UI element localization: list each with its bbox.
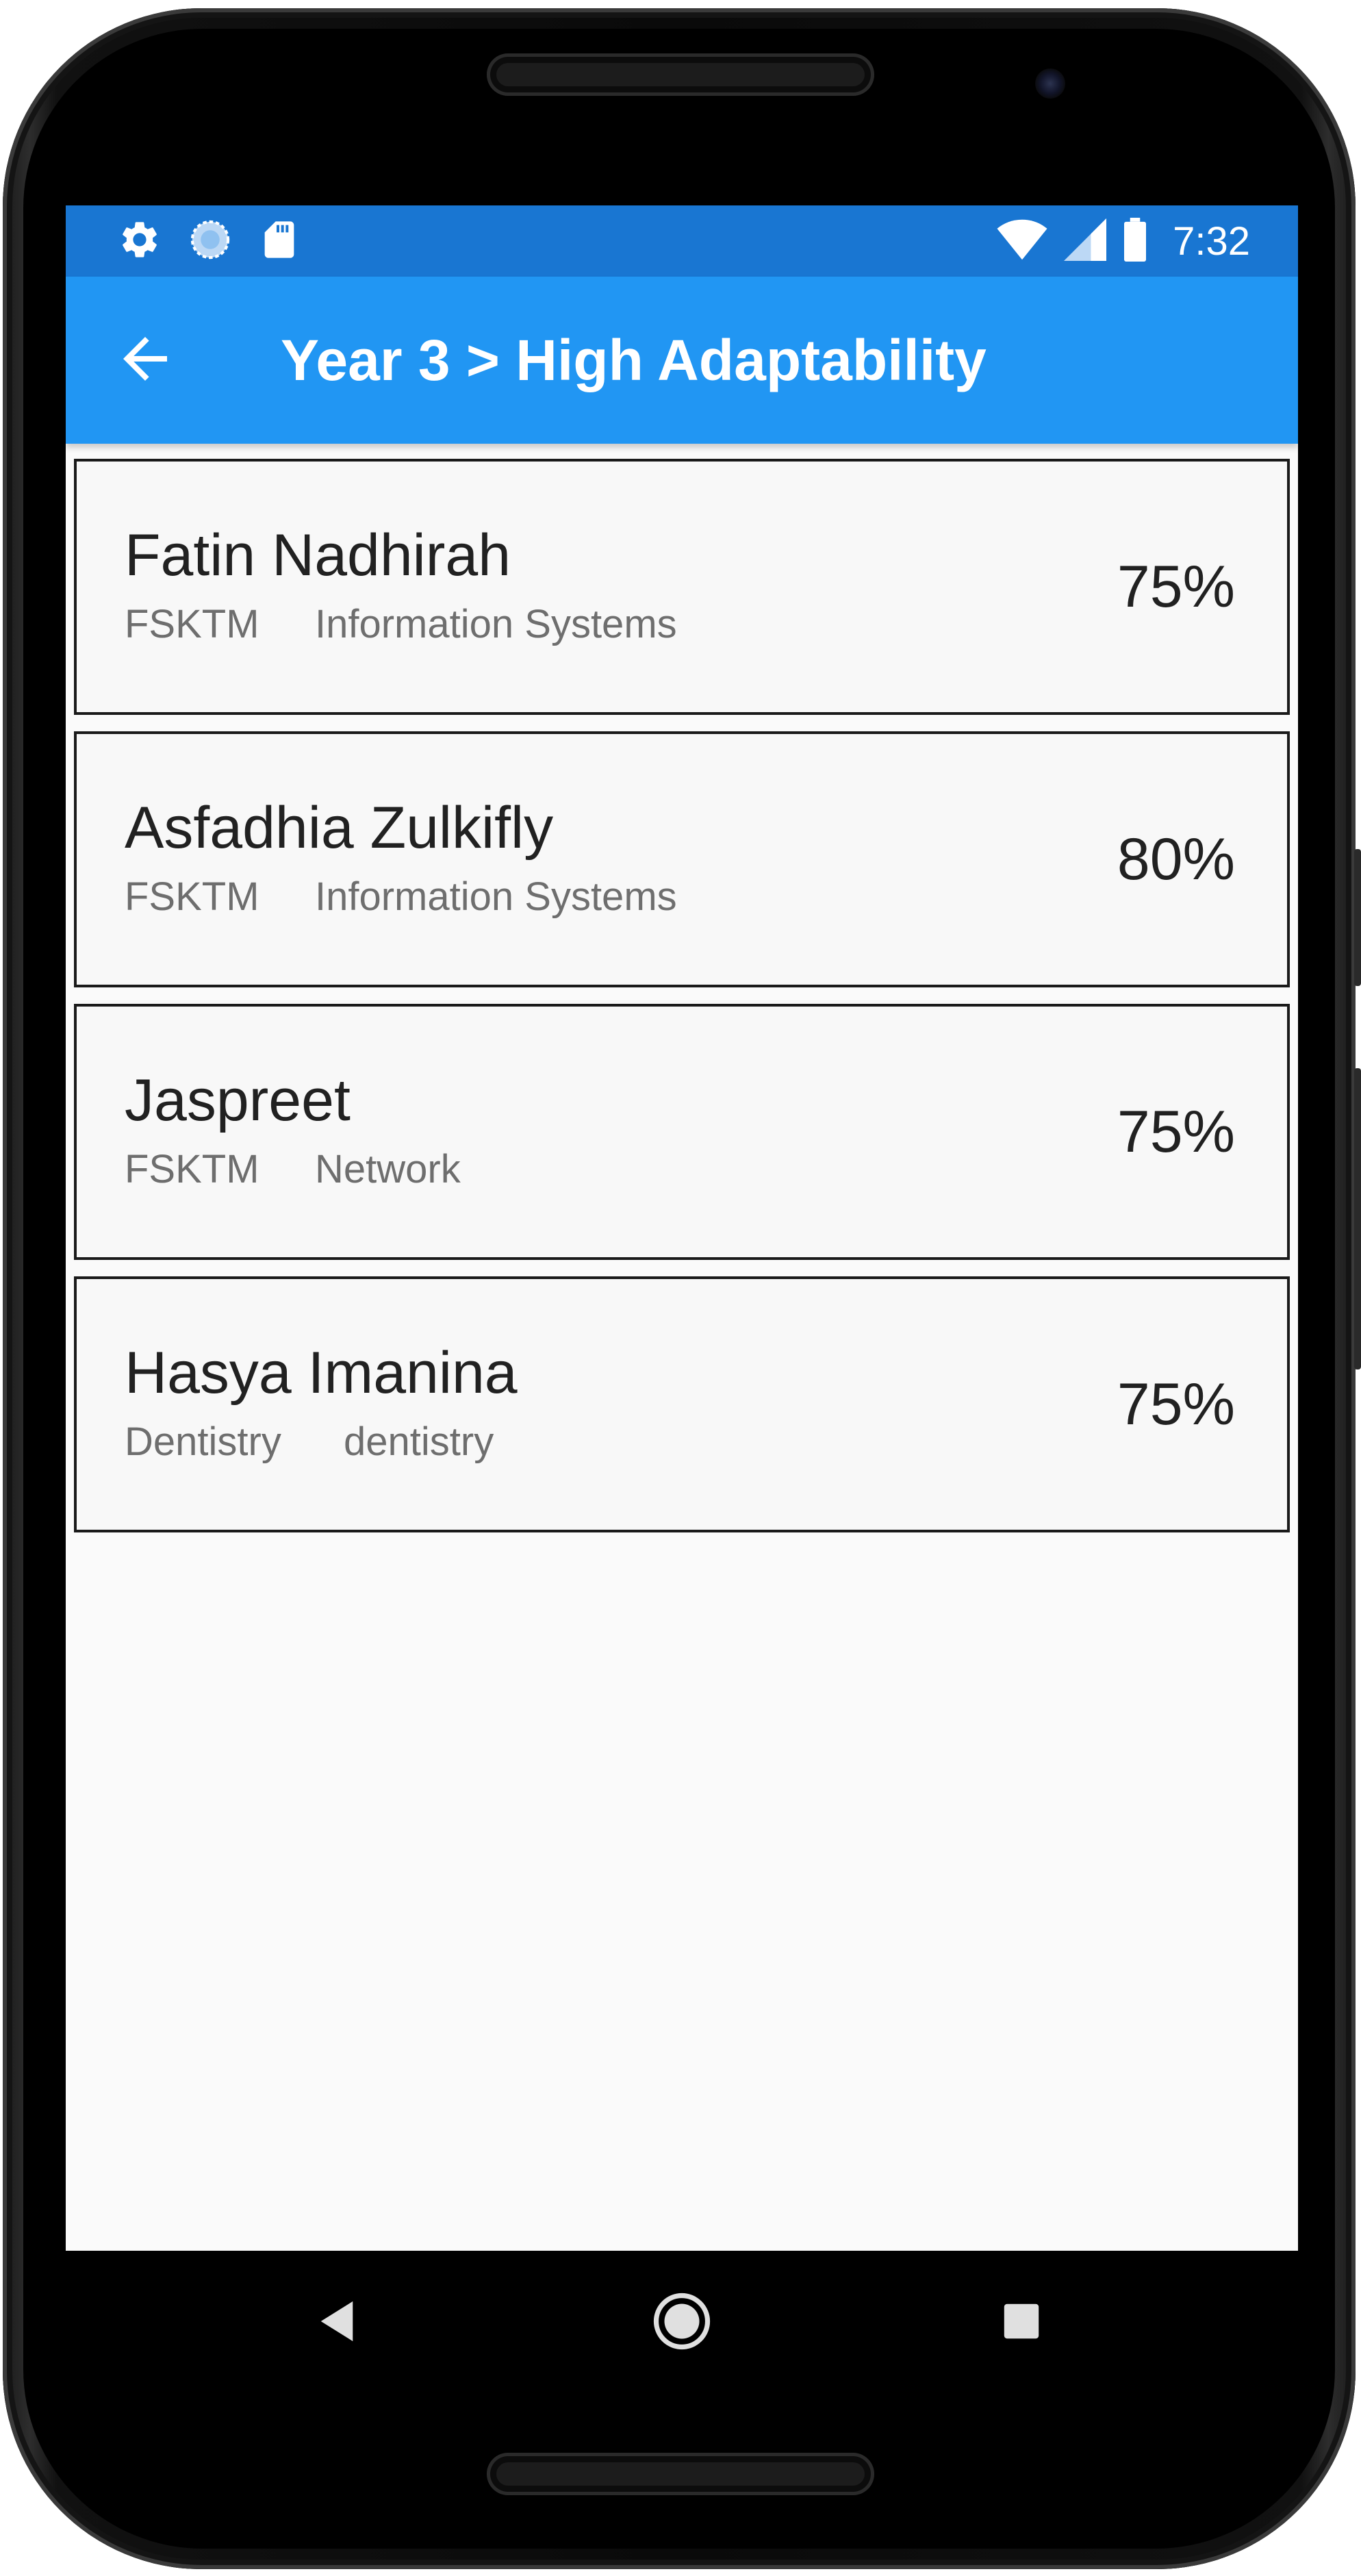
signal-icon	[1063, 218, 1107, 264]
power-button	[1354, 849, 1361, 986]
student-details: Dentistry dentistry	[125, 1419, 494, 1465]
status-time: 7:32	[1173, 218, 1250, 264]
student-faculty: FSKTM	[125, 1147, 259, 1191]
front-camera	[1035, 68, 1065, 99]
navigation-bar	[66, 2251, 1298, 2395]
back-button[interactable]	[111, 326, 179, 394]
student-name: Fatin Nadhirah	[125, 522, 511, 588]
volume-button	[1354, 1068, 1361, 1369]
student-details: FSKTM Network	[125, 1146, 461, 1192]
page-title: Year 3 > High Adaptability	[281, 328, 987, 392]
arrow-left-icon	[112, 326, 178, 395]
back-triangle-icon	[316, 2299, 357, 2347]
student-details: FSKTM Information Systems	[125, 601, 677, 647]
student-card[interactable]: Asfadhia Zulkifly FSKTM Information Syst…	[74, 731, 1290, 987]
student-score: 75%	[1117, 1372, 1235, 1437]
settings-icon	[118, 218, 162, 265]
top-speaker	[487, 53, 874, 96]
student-list: Fatin Nadhirah FSKTM Information Systems…	[74, 459, 1290, 1549]
student-card[interactable]: Hasya Imanina Dentistry dentistry 75%	[74, 1276, 1290, 1532]
nav-back-button[interactable]	[303, 2288, 371, 2357]
wifi-icon	[996, 219, 1048, 264]
student-program: Information Systems	[315, 602, 677, 646]
student-score: 75%	[1117, 554, 1235, 620]
app-bar: Year 3 > High Adaptability	[66, 277, 1298, 444]
student-score: 80%	[1117, 826, 1235, 892]
student-name: Asfadhia Zulkifly	[125, 795, 554, 861]
student-faculty: FSKTM	[125, 602, 259, 646]
status-notification-icons	[118, 219, 300, 263]
screen: 7:32 Year 3 > High Adaptability Fatin Na…	[66, 205, 1298, 2251]
student-score: 75%	[1117, 1099, 1235, 1165]
student-program: Network	[315, 1147, 461, 1191]
sync-icon	[188, 217, 233, 266]
home-circle-icon	[651, 2290, 713, 2356]
nav-recents-button[interactable]	[987, 2288, 1056, 2357]
status-bar: 7:32	[66, 205, 1298, 277]
student-faculty: Dentistry	[125, 1419, 281, 1464]
battery-icon	[1122, 217, 1148, 265]
student-program: dentistry	[344, 1419, 494, 1464]
status-system-icons: 7:32	[996, 217, 1250, 265]
recents-square-icon	[1002, 2302, 1041, 2344]
student-program: Information Systems	[315, 874, 677, 919]
student-name: Hasya Imanina	[125, 1340, 518, 1406]
student-name: Jaspreet	[125, 1068, 351, 1133]
sd-card-icon	[259, 218, 300, 265]
student-card[interactable]: Jaspreet FSKTM Network 75%	[74, 1004, 1290, 1260]
bottom-speaker	[487, 2453, 874, 2495]
student-details: FSKTM Information Systems	[125, 874, 677, 920]
nav-home-button[interactable]	[648, 2288, 716, 2357]
student-faculty: FSKTM	[125, 874, 259, 919]
student-card[interactable]: Fatin Nadhirah FSKTM Information Systems…	[74, 459, 1290, 715]
